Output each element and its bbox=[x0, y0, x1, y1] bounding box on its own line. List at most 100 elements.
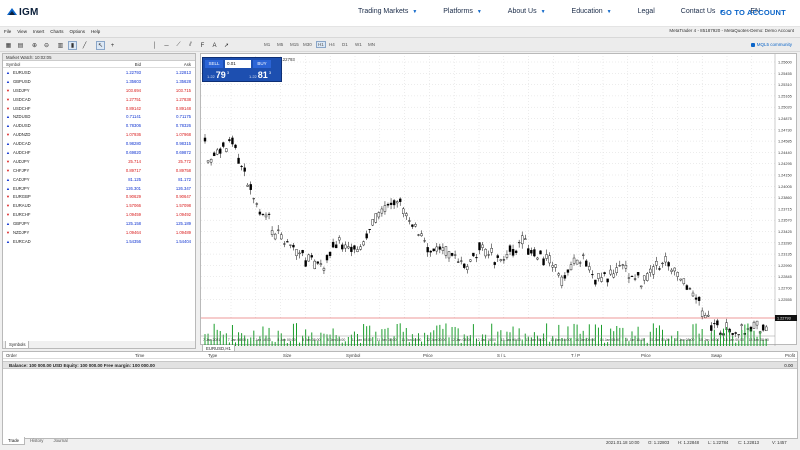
column-ask[interactable]: Ask bbox=[141, 61, 193, 67]
horizontal-line-icon[interactable]: ─ bbox=[162, 41, 171, 50]
time-axis-label: 18 Jan 08:00 bbox=[749, 338, 769, 342]
mql5-community-link[interactable]: MQL5 community bbox=[750, 42, 792, 47]
column-swap-9[interactable]: Swap bbox=[711, 352, 722, 359]
text-icon[interactable]: A bbox=[210, 41, 219, 50]
menu-view[interactable]: View bbox=[17, 29, 27, 34]
logo[interactable]: IGM bbox=[6, 6, 39, 18]
timeframe-m5[interactable]: M5 bbox=[277, 42, 283, 47]
market-watch-row[interactable]: ▼ AUDJPY 25.714 25.772 bbox=[3, 157, 195, 166]
time-axis-label: 11 Jan 00:00 bbox=[352, 338, 372, 342]
profiles-icon[interactable]: ▤ bbox=[16, 41, 25, 50]
nav-item-legal[interactable]: Legal bbox=[638, 8, 655, 15]
sell-price-pips: 79 bbox=[215, 70, 226, 80]
nav-item-label: Legal bbox=[637, 8, 655, 15]
candlestick-icon[interactable]: ▮ bbox=[68, 41, 77, 50]
market-watch-row[interactable]: ▼ EURGBP 0.90629 0.90647 bbox=[3, 192, 195, 201]
column-bid[interactable]: Bid bbox=[101, 61, 141, 67]
vertical-line-icon[interactable]: │ bbox=[150, 41, 159, 50]
tab-symbols[interactable]: Symbols bbox=[5, 341, 30, 349]
column-time-1[interactable]: Time bbox=[135, 352, 144, 359]
market-watch-row[interactable]: ▲ CADJPY 81.125 81.172 bbox=[3, 175, 195, 184]
timeframe-m15[interactable]: M15 bbox=[290, 42, 299, 47]
market-watch-row[interactable]: ▼ USDCAD 1.27751 1.27838 bbox=[3, 95, 195, 104]
arrow-icon[interactable]: ➚ bbox=[222, 41, 231, 50]
market-watch-row[interactable]: ▲ GBPJPY 125.158 125.189 bbox=[3, 219, 195, 228]
market-watch-row[interactable]: ▲ EURUSD 1.22793 1.22813 bbox=[3, 68, 195, 77]
menu-insert[interactable]: Insert bbox=[33, 29, 44, 34]
fibonacci-icon[interactable]: F bbox=[198, 41, 207, 50]
menu-file[interactable]: File bbox=[4, 29, 11, 34]
menu-help[interactable]: Help bbox=[91, 29, 100, 34]
candle-body bbox=[643, 275, 646, 281]
bid-cell: 1.27751 bbox=[125, 96, 141, 102]
timeframe-h1[interactable]: H1 bbox=[316, 41, 326, 48]
market-watch-row[interactable]: ▼ EURAUD 1.57066 1.57098 bbox=[3, 201, 195, 210]
go-to-account-button[interactable]: GO TO ACCOUNT bbox=[720, 8, 786, 17]
timeframe-d1[interactable]: D1 bbox=[342, 42, 348, 47]
timeframe-h4[interactable]: H4 bbox=[329, 42, 335, 47]
timeframe-mn[interactable]: MN bbox=[368, 42, 375, 47]
market-watch-row[interactable]: ▼ AUDNZD 1.07936 1.07968 bbox=[3, 130, 195, 139]
nav-item-about-us[interactable]: About Us ▼ bbox=[508, 8, 546, 15]
market-watch-row[interactable]: ▲ AUDCAD 0.98280 0.98315 bbox=[3, 139, 195, 148]
market-watch-row[interactable]: ▼ USDCHF 0.89142 0.89148 bbox=[3, 104, 195, 113]
timeframe-w1[interactable]: W1 bbox=[355, 42, 362, 47]
chart-window[interactable]: 1.25600 1.25455 1.25310 1.25165 1.25020 1.248… bbox=[200, 53, 798, 346]
buy-price[interactable]: 1.22 81 3 bbox=[249, 70, 271, 80]
new-chart-icon[interactable]: ▦ bbox=[4, 41, 13, 50]
symbol-name: AUDJPY bbox=[12, 158, 30, 164]
column-order-0[interactable]: Order bbox=[6, 352, 17, 359]
market-watch-row[interactable]: ▲ AUDUSD 0.78306 0.78326 bbox=[3, 121, 195, 130]
nav-item-trading-markets[interactable]: Trading Markets ▼ bbox=[358, 8, 417, 15]
zoom-out-icon[interactable]: ⊖ bbox=[42, 41, 51, 50]
candle-body bbox=[206, 160, 210, 163]
column-price-8[interactable]: Price bbox=[641, 352, 651, 359]
market-watch-row[interactable]: ▲ AUDCHF 0.69820 0.69872 bbox=[3, 148, 195, 157]
price-chart[interactable]: 1.25600 1.25455 1.25310 1.25165 1.25020 1.248… bbox=[201, 54, 798, 346]
lot-size-input[interactable]: 0.01 bbox=[225, 60, 251, 68]
candle-body bbox=[444, 246, 448, 256]
candle-body bbox=[426, 247, 429, 253]
column-size-3[interactable]: Size bbox=[283, 352, 291, 359]
cursor-icon[interactable]: ↖ bbox=[96, 41, 105, 50]
line-chart-icon[interactable]: ╱ bbox=[80, 41, 89, 50]
balance-row[interactable]: Balance: 100 000.00 USD Equity: 100 000.… bbox=[3, 361, 797, 369]
market-watch-row[interactable]: ▲ GBPUSD 1.35603 1.35628 bbox=[3, 77, 195, 86]
bar-chart-icon[interactable]: ▥ bbox=[56, 41, 65, 50]
candle-body bbox=[536, 257, 539, 260]
market-watch-row[interactable]: ▼ CHFJPY 0.89717 0.89758 bbox=[3, 166, 195, 175]
buy-price-pips: 81 bbox=[257, 70, 268, 80]
market-watch-row[interactable]: ▼ EURCHF 1.09459 1.09492 bbox=[3, 210, 195, 219]
nav-item-platforms[interactable]: Platforms ▼ bbox=[443, 8, 482, 15]
trendline-icon[interactable]: ⟋ bbox=[174, 41, 183, 50]
menu-charts[interactable]: Charts bbox=[50, 29, 63, 34]
crosshair-icon[interactable]: + bbox=[108, 41, 117, 50]
timeframe-m30[interactable]: M30 bbox=[303, 42, 312, 47]
column-profit-10[interactable]: Profit bbox=[785, 352, 795, 359]
candle-body bbox=[649, 268, 652, 273]
candle-body bbox=[563, 275, 567, 279]
candle-body bbox=[432, 248, 435, 252]
buy-button[interactable]: BUY bbox=[253, 60, 271, 68]
market-watch-row[interactable]: ▼ USDJPY 103.694 103.715 bbox=[3, 86, 195, 95]
time-axis-label: 7 Jan 08:00 bbox=[228, 338, 246, 342]
nav-item-education[interactable]: Education ▼ bbox=[572, 8, 612, 15]
column-type-2[interactable]: Type bbox=[208, 352, 217, 359]
one-click-trading-panel: SELL 0.01 BUY 1.22 79 3 1.22 81 3 bbox=[202, 57, 282, 82]
channel-icon[interactable]: ⫽ bbox=[186, 41, 195, 50]
column-price-5[interactable]: Price bbox=[423, 352, 433, 359]
column-tp-7[interactable]: T / P bbox=[571, 352, 580, 359]
sell-price[interactable]: 1.22 79 3 bbox=[207, 70, 229, 80]
menu-options[interactable]: Options bbox=[69, 29, 85, 34]
timeframe-m1[interactable]: M1 bbox=[264, 42, 270, 47]
zoom-in-icon[interactable]: ⊕ bbox=[30, 41, 39, 50]
nav-item-contact-us[interactable]: Contact Us ▼ bbox=[681, 8, 725, 15]
column-symbol-4[interactable]: Symbol bbox=[346, 352, 360, 359]
sell-button[interactable]: SELL bbox=[205, 60, 223, 68]
column-symbol[interactable]: Symbol bbox=[3, 61, 101, 67]
market-watch-row[interactable]: ▲ EURJPY 126.301 126.347 bbox=[3, 184, 195, 193]
column-sl-6[interactable]: S / L bbox=[497, 352, 506, 359]
market-watch-row[interactable]: ▲ NZDUSD 0.71141 0.71175 bbox=[3, 112, 195, 121]
market-watch-row[interactable]: ▼ NZDJPY 1.09464 1.09489 bbox=[3, 228, 195, 237]
market-watch-row[interactable]: ▲ EURCAD 1.54356 1.54404 bbox=[3, 237, 195, 246]
